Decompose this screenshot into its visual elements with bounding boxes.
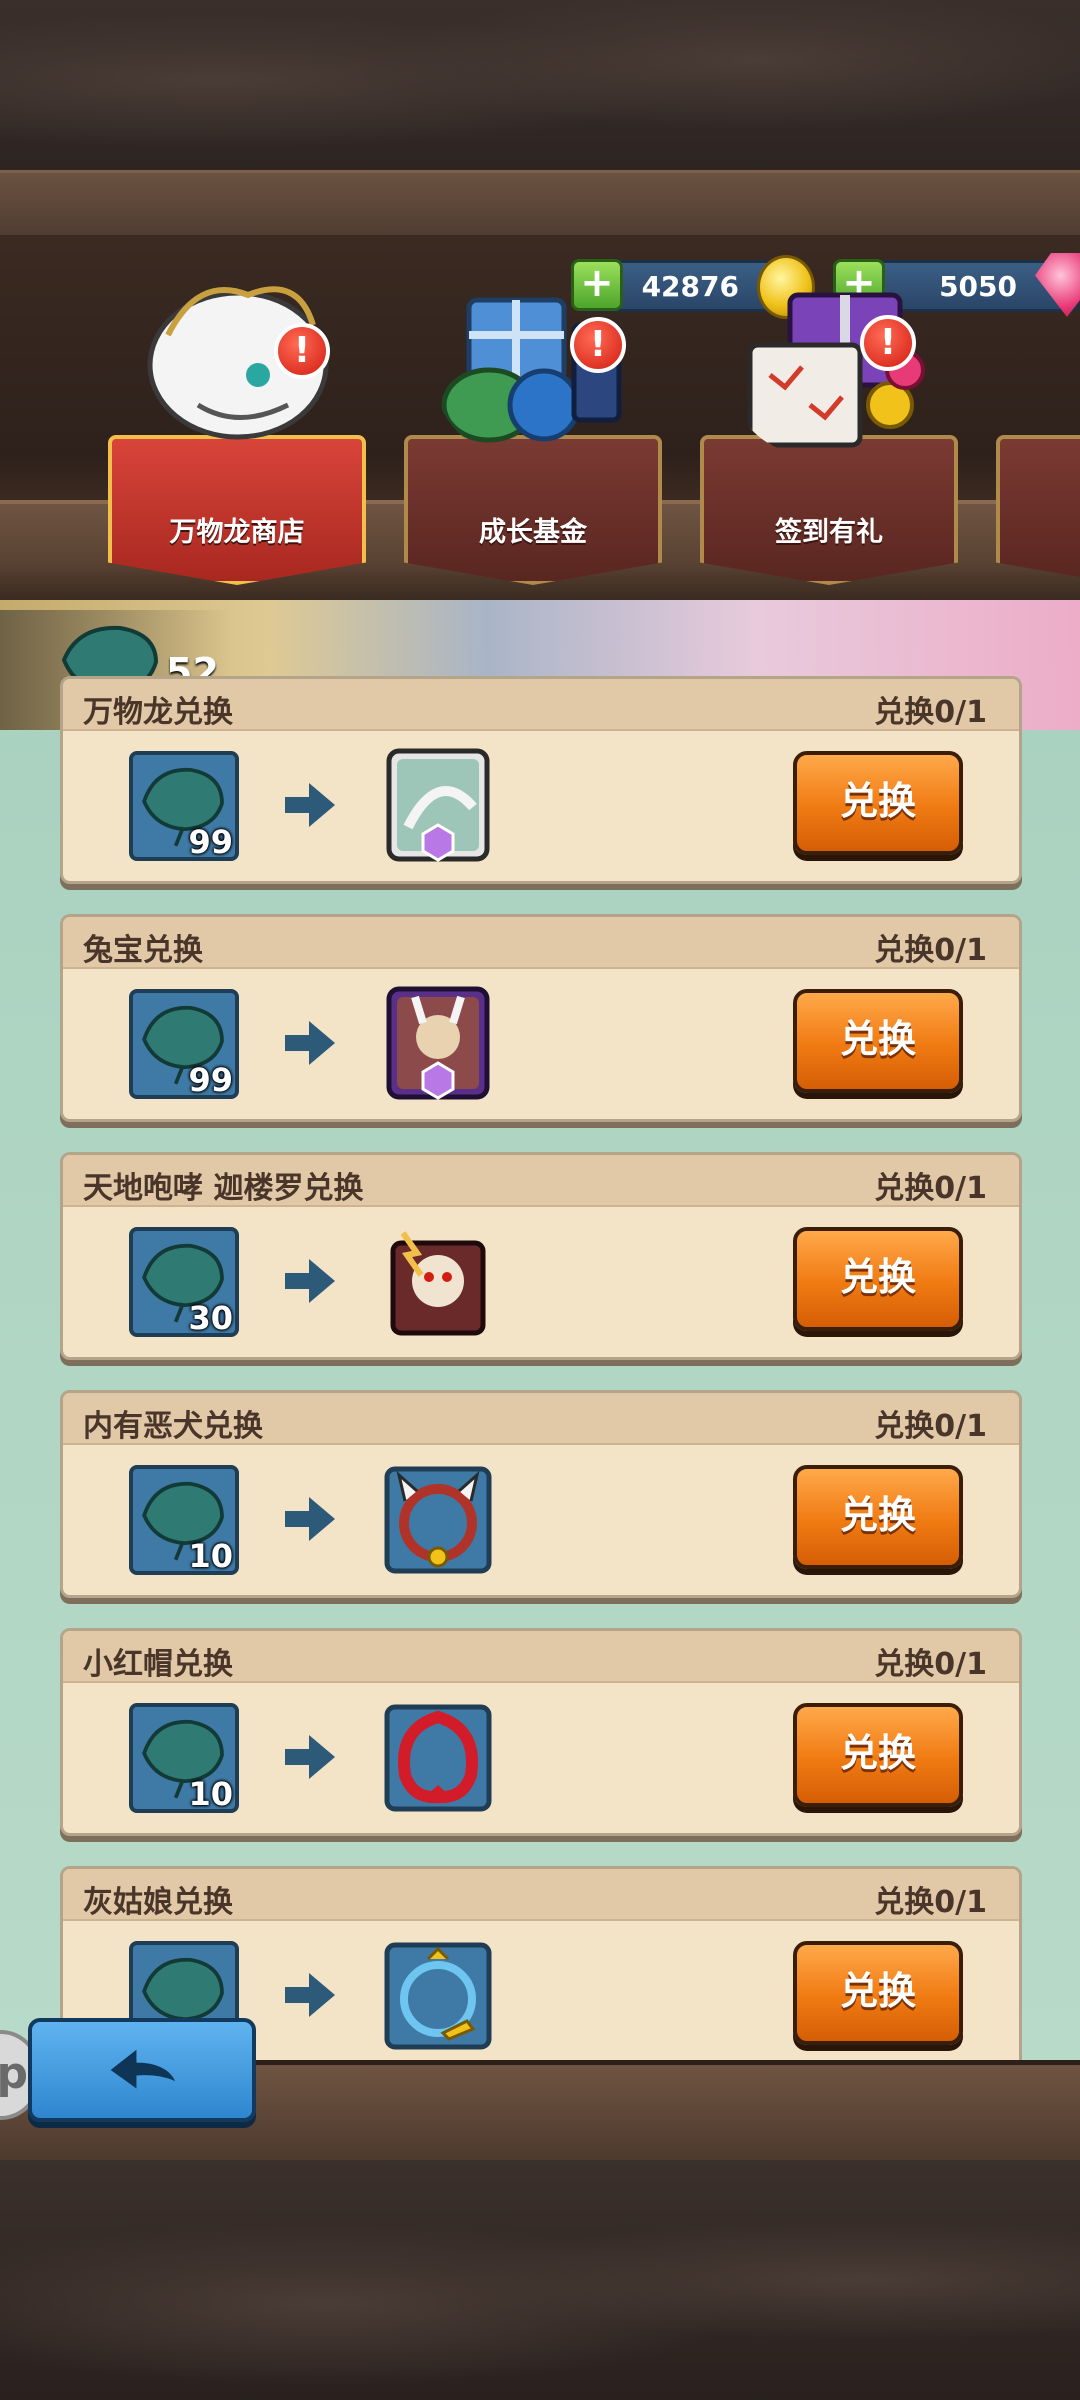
tab-sign-in-gift[interactable]: ! 签到有礼 <box>700 245 958 585</box>
exchange-title: 兔宝兑换 <box>83 933 203 968</box>
arrow-right-icon <box>285 1021 335 1065</box>
exchange-title: 小红帽兑换 <box>83 1647 233 1682</box>
arrow-right-icon <box>285 1497 335 1541</box>
dragon-hero-card-icon[interactable] <box>383 747 493 865</box>
cost-item-slot[interactable]: 99 <box>129 989 239 1099</box>
tab-growth-fund[interactable]: ! 成长基金 <box>404 245 662 585</box>
red-hood-frame-icon[interactable] <box>383 1699 493 1817</box>
exchange-button[interactable]: 兑换 <box>793 989 963 1093</box>
exchange-card: 天地咆哮 迦楼罗兑换 兑换0/1 30 兑换 <box>60 1152 1022 1360</box>
bottom-vine-background <box>0 2160 1080 2400</box>
rabbit-hero-card-icon[interactable] <box>383 985 493 1103</box>
garuda-skin-icon[interactable] <box>383 1223 493 1341</box>
cost-quantity: 10 <box>188 1537 233 1575</box>
cost-item-slot[interactable]: 99 <box>129 751 239 861</box>
exchange-limit: 兑换0/1 <box>874 1171 987 1206</box>
horned-frame-icon[interactable] <box>383 1461 493 1579</box>
exchange-card: 万物龙兑换 兑换0/1 99 兑换 <box>60 676 1022 884</box>
exchange-card: 小红帽兑换 兑换0/1 10 兑换 <box>60 1628 1022 1836</box>
exchange-limit: 兑换0/1 <box>874 933 987 968</box>
cost-quantity: 99 <box>188 1061 233 1099</box>
cinderella-frame-icon[interactable] <box>383 1937 493 2055</box>
tab-alert-icon: ! <box>860 315 916 371</box>
top-wood-plank <box>0 170 1080 240</box>
exchange-limit: 兑换0/1 <box>874 1409 987 1444</box>
exchange-card: 内有恶犬兑换 兑换0/1 10 兑换 <box>60 1390 1022 1598</box>
cost-quantity: 99 <box>188 823 233 861</box>
cost-item-slot[interactable]: 10 <box>129 1465 239 1575</box>
exchange-button[interactable]: 兑换 <box>793 1227 963 1331</box>
tab-partial[interactable] <box>996 245 1080 585</box>
exchange-title: 灰姑娘兑换 <box>83 1885 233 1920</box>
exchange-button[interactable]: 兑换 <box>793 1465 963 1569</box>
exchange-button[interactable]: 兑换 <box>793 1703 963 1807</box>
exchange-limit: 兑换0/1 <box>874 1647 987 1682</box>
tab-label: 成长基金 <box>479 517 587 548</box>
exchange-title: 天地咆哮 迦楼罗兑换 <box>83 1171 364 1206</box>
arrow-right-icon <box>285 783 335 827</box>
exchange-limit: 兑换0/1 <box>874 1885 987 1920</box>
tab-plate <box>996 435 1080 585</box>
back-button[interactable] <box>28 2018 256 2122</box>
exchange-limit: 兑换0/1 <box>874 695 987 730</box>
tab-alert-icon: ! <box>274 323 330 379</box>
tab-alert-icon: ! <box>570 317 626 373</box>
tab-label: 签到有礼 <box>775 517 883 548</box>
cost-quantity: 30 <box>188 1299 233 1337</box>
exchange-button[interactable]: 兑换 <box>793 751 963 855</box>
exchange-card: 兔宝兑换 兑换0/1 99 兑换 <box>60 914 1022 1122</box>
exchange-title: 内有恶犬兑换 <box>83 1409 263 1444</box>
back-arrow-icon <box>110 2049 176 2089</box>
arrow-right-icon <box>285 1973 335 2017</box>
cost-quantity: 10 <box>188 1775 233 1813</box>
arrow-right-icon <box>285 1259 335 1303</box>
exchange-button[interactable]: 兑换 <box>793 1941 963 2045</box>
cost-item-slot[interactable]: 10 <box>129 1703 239 1813</box>
tab-dragon-shop[interactable]: ! 万物龙商店 <box>108 245 366 585</box>
tab-label: 万物龙商店 <box>169 517 305 548</box>
arrow-right-icon <box>285 1735 335 1779</box>
exchange-title: 万物龙兑换 <box>83 695 233 730</box>
cost-item-slot[interactable]: 30 <box>129 1227 239 1337</box>
